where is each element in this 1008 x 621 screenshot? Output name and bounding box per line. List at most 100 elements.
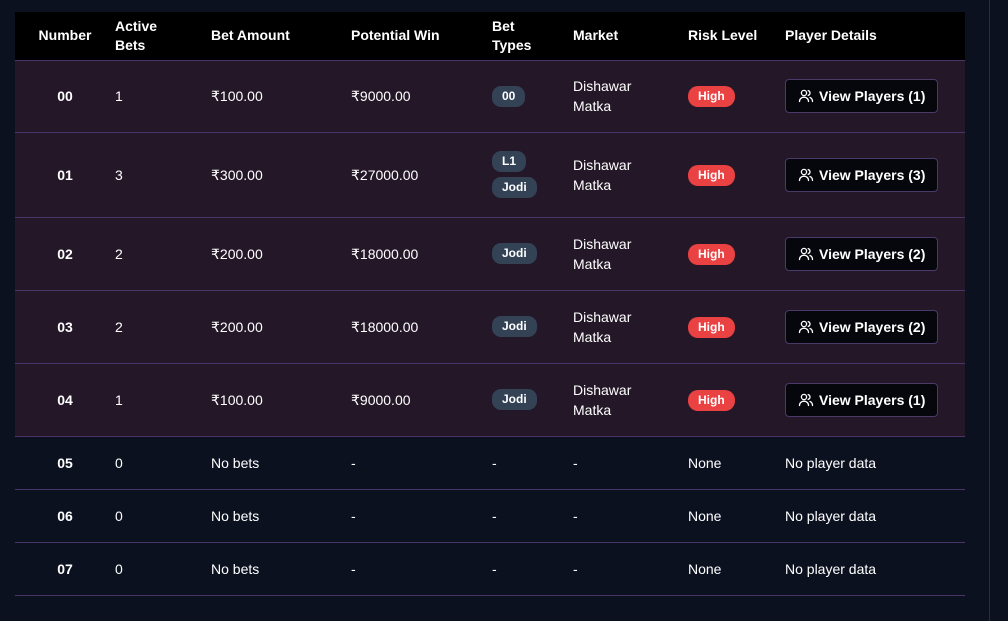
- cell-risk: High: [688, 132, 785, 217]
- cell-active-bets: 2: [115, 318, 123, 335]
- cell-risk: None: [688, 454, 722, 471]
- header-risk-level: Risk Level: [688, 27, 758, 44]
- view-players-button[interactable]: View Players (2): [785, 309, 939, 344]
- bet-type-badge: Jodi: [492, 389, 537, 410]
- cell-bet-types: Jodi: [492, 363, 573, 436]
- cell-bet-amount: ₹200.00: [211, 245, 263, 262]
- view-players-button[interactable]: View Players (2): [785, 236, 939, 271]
- cell-potential-win: ₹27000.00: [351, 166, 419, 183]
- cell-number: 07: [57, 560, 73, 577]
- cell-number: 05: [57, 454, 73, 471]
- cell-number: 06: [57, 507, 73, 524]
- scrollbar-track[interactable]: [989, 0, 990, 621]
- bet-type-badge: L1: [492, 151, 527, 172]
- bet-type-badge: 00: [492, 85, 526, 107]
- table-row: 07 0 No bets - - - None No player data: [15, 542, 965, 595]
- cell-potential-win: ₹9000.00: [351, 88, 411, 104]
- cell-number: 04: [57, 391, 73, 408]
- risk-badge: High: [688, 243, 735, 265]
- cell-market: -: [573, 507, 578, 524]
- table-row: 01 3 ₹300.00 ₹27000.00 L1 Jodi Dishawar Ma…: [15, 132, 965, 217]
- cell-risk: None: [688, 507, 722, 524]
- cell-player-details: View Players (1): [785, 60, 965, 132]
- table-row: 00 1 ₹100.00 ₹9000.00 00 Dishawar Matka H…: [15, 60, 965, 132]
- cell-bet-amount: No bets: [211, 454, 260, 471]
- cell-potential-win: ₹9000.00: [351, 391, 411, 408]
- cell-player-details: No player data: [785, 454, 877, 471]
- cell-number: 00: [57, 88, 73, 104]
- cell-number: 02: [57, 245, 73, 262]
- cell-risk: None: [688, 560, 722, 577]
- cell-active-bets: 2: [115, 245, 123, 262]
- table-row: 02 2 ₹200.00 ₹18000.00 Jodi Dishawar Matk…: [15, 217, 965, 290]
- cell-active-bets: 3: [115, 166, 123, 183]
- risk-badge: High: [688, 316, 735, 338]
- cell-bet-types: 00: [492, 60, 573, 132]
- header-bet-amount: Bet Amount: [211, 27, 290, 44]
- cell-market: Dishawar Matka: [573, 235, 632, 272]
- table-row: 03 2 ₹200.00 ₹18000.00 Jodi Dishawar Matk…: [15, 290, 965, 363]
- header-player-details: Player Details: [785, 27, 877, 44]
- users-icon: [798, 319, 814, 335]
- cell-bet-types: -: [492, 507, 497, 524]
- cell-risk: High: [688, 290, 785, 363]
- cell-bet-amount: ₹200.00: [211, 318, 263, 335]
- cell-player-details: View Players (3): [785, 132, 965, 217]
- cell-bet-amount: ₹100.00: [211, 88, 263, 104]
- cell-bet-amount: No bets: [211, 507, 260, 524]
- table-header-row: Number Active Bets Bet Amount Potential W…: [15, 12, 965, 60]
- cell-player-details: View Players (1): [785, 363, 965, 436]
- cell-player-details: View Players (2): [785, 290, 965, 363]
- table-row: 06 0 No bets - - - None No player data: [15, 489, 965, 542]
- header-bet-types: Bet Types: [492, 17, 532, 53]
- cell-market: Dishawar Matka: [573, 156, 632, 193]
- cell-player-details: No player data: [785, 560, 877, 577]
- table-row: 04 1 ₹100.00 ₹9000.00 Jodi Dishawar Matka…: [15, 363, 965, 436]
- cell-potential-win: -: [351, 560, 356, 577]
- header-market: Market: [573, 27, 619, 44]
- view-players-button[interactable]: View Players (1): [785, 382, 939, 417]
- cell-number: 01: [57, 166, 73, 183]
- cell-market: Dishawar Matka: [573, 381, 632, 418]
- bets-table: Number Active Bets Bet Amount Potential W…: [15, 12, 965, 596]
- view-players-button[interactable]: View Players (1): [785, 79, 939, 113]
- risk-badge: High: [688, 86, 735, 107]
- cell-bet-types: L1 Jodi: [492, 132, 573, 217]
- cell-market: Dishawar Matka: [573, 308, 632, 345]
- cell-active-bets: 1: [115, 391, 123, 408]
- cell-bet-types: -: [492, 454, 497, 471]
- cell-potential-win: -: [351, 454, 356, 471]
- cell-bet-amount: ₹100.00: [211, 391, 263, 408]
- users-icon: [798, 246, 814, 262]
- cell-number: 03: [57, 318, 73, 335]
- header-number: Number: [38, 27, 92, 44]
- bet-type-badge: Jodi: [492, 243, 537, 264]
- cell-potential-win: -: [351, 507, 356, 524]
- users-icon: [798, 88, 814, 104]
- cell-bet-types: Jodi: [492, 290, 573, 363]
- cell-market: Dishawar Matka: [573, 78, 632, 114]
- cell-risk: High: [688, 217, 785, 290]
- cell-risk: High: [688, 60, 785, 132]
- cell-active-bets: 0: [115, 560, 123, 577]
- table-row: 05 0 No bets - - - None No player data: [15, 436, 965, 489]
- cell-bet-types: -: [492, 560, 497, 577]
- cell-bet-amount: ₹300.00: [211, 166, 263, 183]
- users-icon: [798, 167, 814, 183]
- cell-bet-types: Jodi: [492, 217, 573, 290]
- risk-badge: High: [688, 389, 735, 411]
- bet-type-badge: Jodi: [492, 177, 537, 198]
- header-potential-win: Potential Win: [351, 27, 440, 44]
- bets-table-container: Number Active Bets Bet Amount Potential W…: [15, 12, 965, 596]
- cell-market: -: [573, 560, 578, 577]
- cell-player-details: No player data: [785, 507, 877, 524]
- view-players-button[interactable]: View Players (3): [785, 157, 939, 192]
- cell-active-bets: 0: [115, 507, 123, 524]
- cell-active-bets: 1: [115, 88, 123, 104]
- header-active-bets: Active Bets: [115, 17, 158, 53]
- cell-active-bets: 0: [115, 454, 123, 471]
- cell-player-details: View Players (2): [785, 217, 965, 290]
- cell-potential-win: ₹18000.00: [351, 245, 419, 262]
- cell-potential-win: ₹18000.00: [351, 318, 419, 335]
- cell-risk: High: [688, 363, 785, 436]
